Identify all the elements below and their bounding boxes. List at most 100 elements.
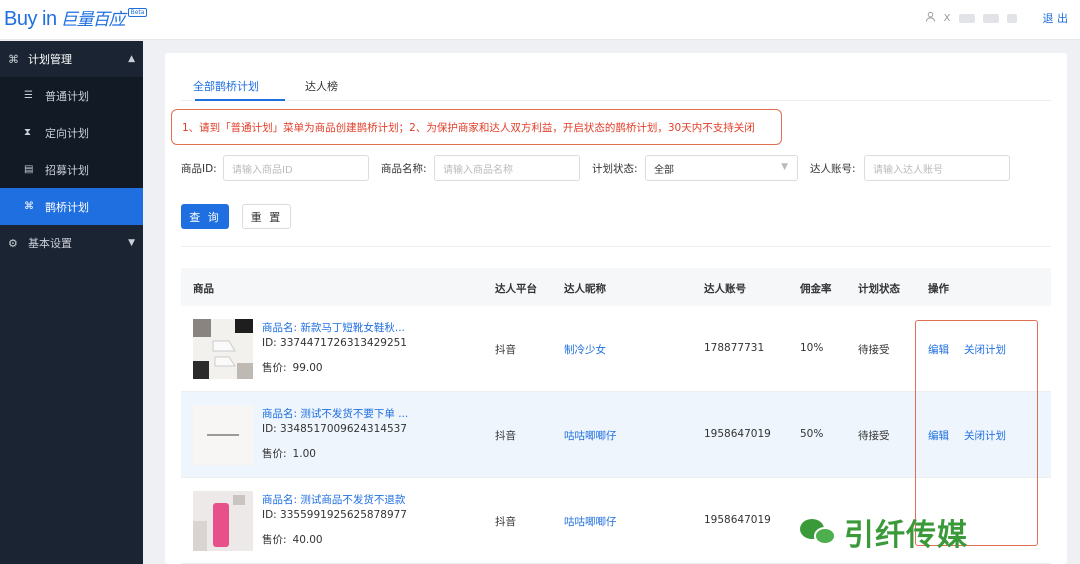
status-label: 计划状态: [592,163,638,175]
commission-cell: 10% [800,342,824,354]
masked-info [958,13,975,23]
query-button[interactable]: 查 询 [181,204,229,229]
table-row: 商品名: 测试不发货不要下单 ... ID: 33485170096243145… [181,392,1051,478]
recruit-icon: ▤ [24,164,34,175]
table-row: 商品名: 新款马丁短靴女鞋秋... ID: 337447172631342925… [181,306,1051,392]
col-product: 商品 [193,283,214,295]
price-label: 售价: [262,534,287,546]
col-commission: 佣金率 [800,283,832,295]
sidebar: ⌘ 计划管理 ▲ ☰ 普通计划 ⧗ 定向计划 ▤ 招募计划 ⌘ 鹊桥计划 ⚙ 基… [0,41,143,564]
tab-all-bridge-plans[interactable]: 全部鹊桥计划 [193,78,259,94]
sidebar-item-targeted-plan[interactable]: ⧗ 定向计划 [0,114,143,151]
col-nickname: 达人昵称 [564,283,606,295]
account-input[interactable]: 请输入达人账号 [864,155,1010,181]
product-name-link[interactable]: 商品名: 测试不发货不要下单 ... [262,406,408,421]
plan-icon: ⌘ [8,52,19,66]
status-select[interactable]: 全部 ▼ [645,155,798,181]
product-price: 售价: 1.00 [262,446,316,461]
user-area: X 退 出 [925,10,1068,26]
price-value: 99.00 [292,362,323,374]
filter-bar: 商品ID: 请输入商品ID 商品名称: 请输入商品名称 计划状态: 全部 ▼ 达… [181,155,1051,181]
close-plan-link[interactable]: 关闭计划 [964,342,1006,357]
price-value: 1.00 [292,448,316,460]
sidebar-group-label: 基本设置 [28,237,72,250]
product-name-input[interactable]: 请输入商品名称 [434,155,580,181]
product-name-link[interactable]: 商品名: 测试商品不发货不退款 [262,492,405,507]
sidebar-item-label: 招募计划 [45,163,89,177]
col-account: 达人账号 [704,283,746,295]
sidebar-item-normal-plan[interactable]: ☰ 普通计划 [0,77,143,114]
sidebar-group-settings[interactable]: ⚙ 基本设置 ▼ [0,225,143,261]
account-cell: 178877731 [704,342,765,354]
product-price: 售价: 99.00 [262,360,323,375]
product-name-label: 商品名称: [381,163,427,175]
logo-cn: 巨量百应 [60,10,126,30]
divider [181,246,1051,247]
account-cell: 1958647019 [704,428,771,440]
edit-link[interactable]: 编辑 [928,342,949,357]
masked-info [982,13,999,23]
product-id: ID: 3355991925625878977 [262,509,407,521]
sidebar-submenu: ☰ 普通计划 ⧗ 定向计划 ▤ 招募计划 ⌘ 鹊桥计划 [0,77,143,225]
col-status: 计划状态 [858,283,900,295]
list-icon: ☰ [24,90,33,101]
table-header: 商品 达人平台 达人昵称 达人账号 佣金率 计划状态 操作 [181,268,1051,306]
user-icon [925,11,936,25]
hourglass-icon: ⧗ [24,127,32,138]
gear-icon: ⚙ [8,236,18,250]
commission-cell: 50% [800,428,824,440]
main-card: 全部鹊桥计划 达人榜 1、请到「普通计划」菜单为商品创建鹊桥计划；2、为保护商家… [165,53,1067,564]
platform-cell: 抖音 [495,430,516,442]
account-cell: 1958647019 [704,514,771,526]
col-actions: 操作 [928,283,949,295]
chevron-up-icon: ▲ [128,54,135,64]
product-thumbnail[interactable] [193,405,253,465]
sidebar-group-plan[interactable]: ⌘ 计划管理 ▲ [0,41,143,77]
product-price: 售价: 40.00 [262,532,323,547]
watermark: 引纤传媒 [800,510,968,554]
nickname-link[interactable]: 制冷少女 [564,342,606,357]
user-name: X [943,12,951,24]
product-id-input[interactable]: 请输入商品ID [223,155,369,181]
watermark-text: 引纤传媒 [844,518,968,553]
bridge-icon: ⌘ [24,201,34,212]
chevron-down-icon: ▼ [128,238,135,248]
sidebar-item-recruit-plan[interactable]: ▤ 招募计划 [0,151,143,188]
tab-influencer-ranking[interactable]: 达人榜 [305,78,338,94]
account-label: 达人账号: [810,163,856,175]
logo-badge: Beta [127,8,148,17]
nickname-link[interactable]: 咕咕唧唧仔 [564,514,617,529]
logo[interactable]: Buy in 巨量百应 Beta [4,5,148,30]
edit-link[interactable]: 编辑 [928,428,949,443]
price-label: 售价: [262,448,287,460]
logout-button[interactable]: 退 出 [1043,10,1069,26]
masked-info [1006,13,1017,23]
reset-button[interactable]: 重 置 [242,204,291,229]
product-thumbnail[interactable] [193,319,253,379]
notice-banner: 1、请到「普通计划」菜单为商品创建鹊桥计划；2、为保护商家和达人双方利益，开启状… [171,109,782,145]
status-cell: 待接受 [858,344,890,356]
nickname-link[interactable]: 咕咕唧唧仔 [564,428,617,443]
sidebar-item-label: 鹊桥计划 [45,200,89,214]
sidebar-group-label: 计划管理 [28,53,72,66]
sidebar-item-bridge-plan[interactable]: ⌘ 鹊桥计划 [0,188,143,225]
product-id: ID: 3348517009624314537 [262,423,407,435]
price-value: 40.00 [292,534,323,546]
status-cell: 待接受 [858,430,890,442]
product-name-link[interactable]: 商品名: 新款马丁短靴女鞋秋... [262,320,405,335]
status-select-value: 全部 [654,164,674,176]
col-platform: 达人平台 [495,283,537,295]
tab-bar: 全部鹊桥计划 达人榜 [181,71,1051,101]
tab-active-indicator [195,99,285,101]
close-plan-link[interactable]: 关闭计划 [964,428,1006,443]
product-thumbnail[interactable] [193,491,253,551]
sidebar-item-label: 普通计划 [45,89,89,103]
logo-text: Buy in [4,8,57,30]
price-label: 售价: [262,362,287,374]
wechat-icon [800,517,836,547]
top-bar: Buy in 巨量百应 Beta X 退 出 [0,0,1080,40]
product-id-label: 商品ID: [181,163,217,175]
sidebar-item-label: 定向计划 [45,126,89,140]
platform-cell: 抖音 [495,344,516,356]
chevron-down-icon: ▼ [781,162,788,172]
